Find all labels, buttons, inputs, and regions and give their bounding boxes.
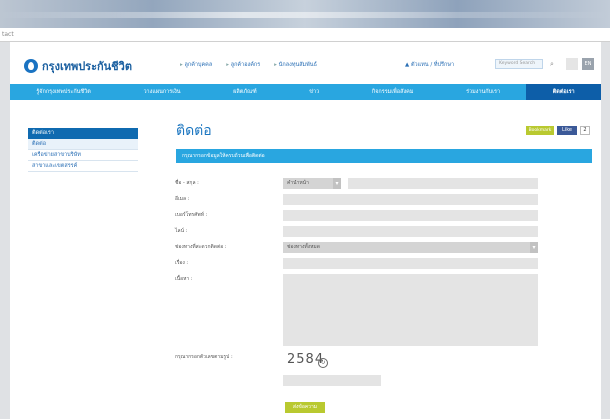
sidebar-header: ติดต่อเรา bbox=[28, 128, 138, 139]
channel-select[interactable]: ช่องทางทั้งหมด bbox=[283, 242, 530, 253]
logo-text: กรุงเทพประกันชีวิต bbox=[42, 60, 132, 73]
subject-label: เรื่อง : bbox=[175, 260, 189, 266]
sidebar: ติดต่อเรา ติดต่อ เครือข่ายสาขาบริษัท สาข… bbox=[28, 128, 138, 172]
refresh-icon[interactable]: ↻ bbox=[318, 358, 328, 368]
title-select[interactable]: คำนำหน้า bbox=[283, 178, 333, 189]
nav-planning[interactable]: วางแผนการเงิน bbox=[117, 84, 207, 100]
lang-toggle-en[interactable]: EN bbox=[582, 58, 594, 70]
sidebar-item-branch-network[interactable]: เครือข่ายสาขาบริษัท bbox=[28, 150, 138, 161]
main-content: ติดต่อ Bookmark Like 2 bbox=[176, 120, 590, 142]
submit-button[interactable]: ส่งข้อความ bbox=[285, 402, 325, 413]
sidebar-item-contact[interactable]: ติดต่อ bbox=[28, 139, 138, 150]
bookmark-button[interactable]: Bookmark bbox=[526, 126, 554, 135]
email-label: อีเมล : bbox=[175, 196, 190, 202]
phone-label: เบอร์โทรศัพท์ : bbox=[175, 212, 208, 218]
nav-careers[interactable]: ร่วมงานกับเรา bbox=[440, 84, 527, 100]
facebook-like-button[interactable]: Like bbox=[557, 126, 577, 135]
lang-toggle-th[interactable] bbox=[566, 58, 578, 70]
line-field[interactable] bbox=[283, 226, 538, 237]
channel-label: ช่องทางที่สะดวกติดต่อ : bbox=[175, 244, 227, 250]
name-label: ชื่อ - สกุล : bbox=[175, 180, 199, 186]
chevron-down-icon[interactable]: ▾ bbox=[530, 242, 538, 253]
agent-login-label: ตัวแทน / ที่ปรึกษา bbox=[410, 62, 455, 68]
url-text: tact bbox=[2, 31, 14, 38]
nav-products[interactable]: ผลิตภัณฑ์ bbox=[207, 84, 283, 100]
top-links: ลูกค้าบุคคล ลูกค้าองค์กร นักลงทุนสัมพันธ… bbox=[180, 61, 317, 69]
social-buttons: Bookmark Like 2 bbox=[526, 126, 590, 135]
nav-csr[interactable]: กิจกรรมเพื่อสังคม bbox=[346, 84, 440, 100]
address-bar[interactable]: tact bbox=[0, 28, 610, 42]
site-header: กรุงเทพประกันชีวิต ลูกค้าบุคคล ลูกค้าองค… bbox=[10, 42, 601, 84]
captcha-label: กรุณากรอกตัวเลขตามรูป : bbox=[175, 354, 233, 360]
sidebar-item-branches[interactable]: สาขาและเขตสรรค์ bbox=[28, 161, 138, 172]
nav-about[interactable]: รู้จักกรุงเทพประกันชีวิต bbox=[10, 84, 117, 100]
top-link-corporate[interactable]: ลูกค้าองค์กร bbox=[226, 61, 260, 69]
name-field[interactable] bbox=[348, 178, 538, 189]
site-logo[interactable]: กรุงเทพประกันชีวิต bbox=[24, 57, 132, 75]
search-icon[interactable]: ⌕ bbox=[547, 59, 557, 69]
detail-label: เนื้อหา : bbox=[175, 276, 193, 282]
browser-chrome bbox=[0, 0, 610, 28]
search-input[interactable]: Keyword Search bbox=[495, 59, 543, 69]
top-link-personal[interactable]: ลูกค้าบุคคล bbox=[180, 61, 213, 69]
like-count: 2 bbox=[580, 126, 590, 135]
phone-field[interactable] bbox=[283, 210, 538, 221]
email-field[interactable] bbox=[283, 194, 538, 205]
logo-icon bbox=[24, 59, 38, 73]
form-row-captcha: กรุณากรอกตัวเลขตามรูป : bbox=[175, 352, 595, 362]
main-nav: รู้จักกรุงเทพประกันชีวิต วางแผนการเงิน ผ… bbox=[10, 84, 601, 100]
agent-login-link[interactable]: ▲ ตัวแทน / ที่ปรึกษา bbox=[405, 61, 454, 69]
detail-textarea[interactable] bbox=[283, 274, 538, 346]
nav-contact[interactable]: ติดต่อเรา bbox=[526, 84, 601, 100]
top-link-investor[interactable]: นักลงทุนสัมพันธ์ bbox=[274, 61, 317, 69]
nav-news[interactable]: ข่าว bbox=[283, 84, 346, 100]
form-banner: กรุณากรอกข้อมูลให้ครบถ้วนเพื่อติดต่อ bbox=[176, 149, 592, 163]
subject-field[interactable] bbox=[283, 258, 538, 269]
line-label: ไลน์ : bbox=[175, 228, 188, 234]
chevron-down-icon[interactable]: ▾ bbox=[333, 178, 341, 189]
captcha-field[interactable] bbox=[283, 375, 381, 386]
